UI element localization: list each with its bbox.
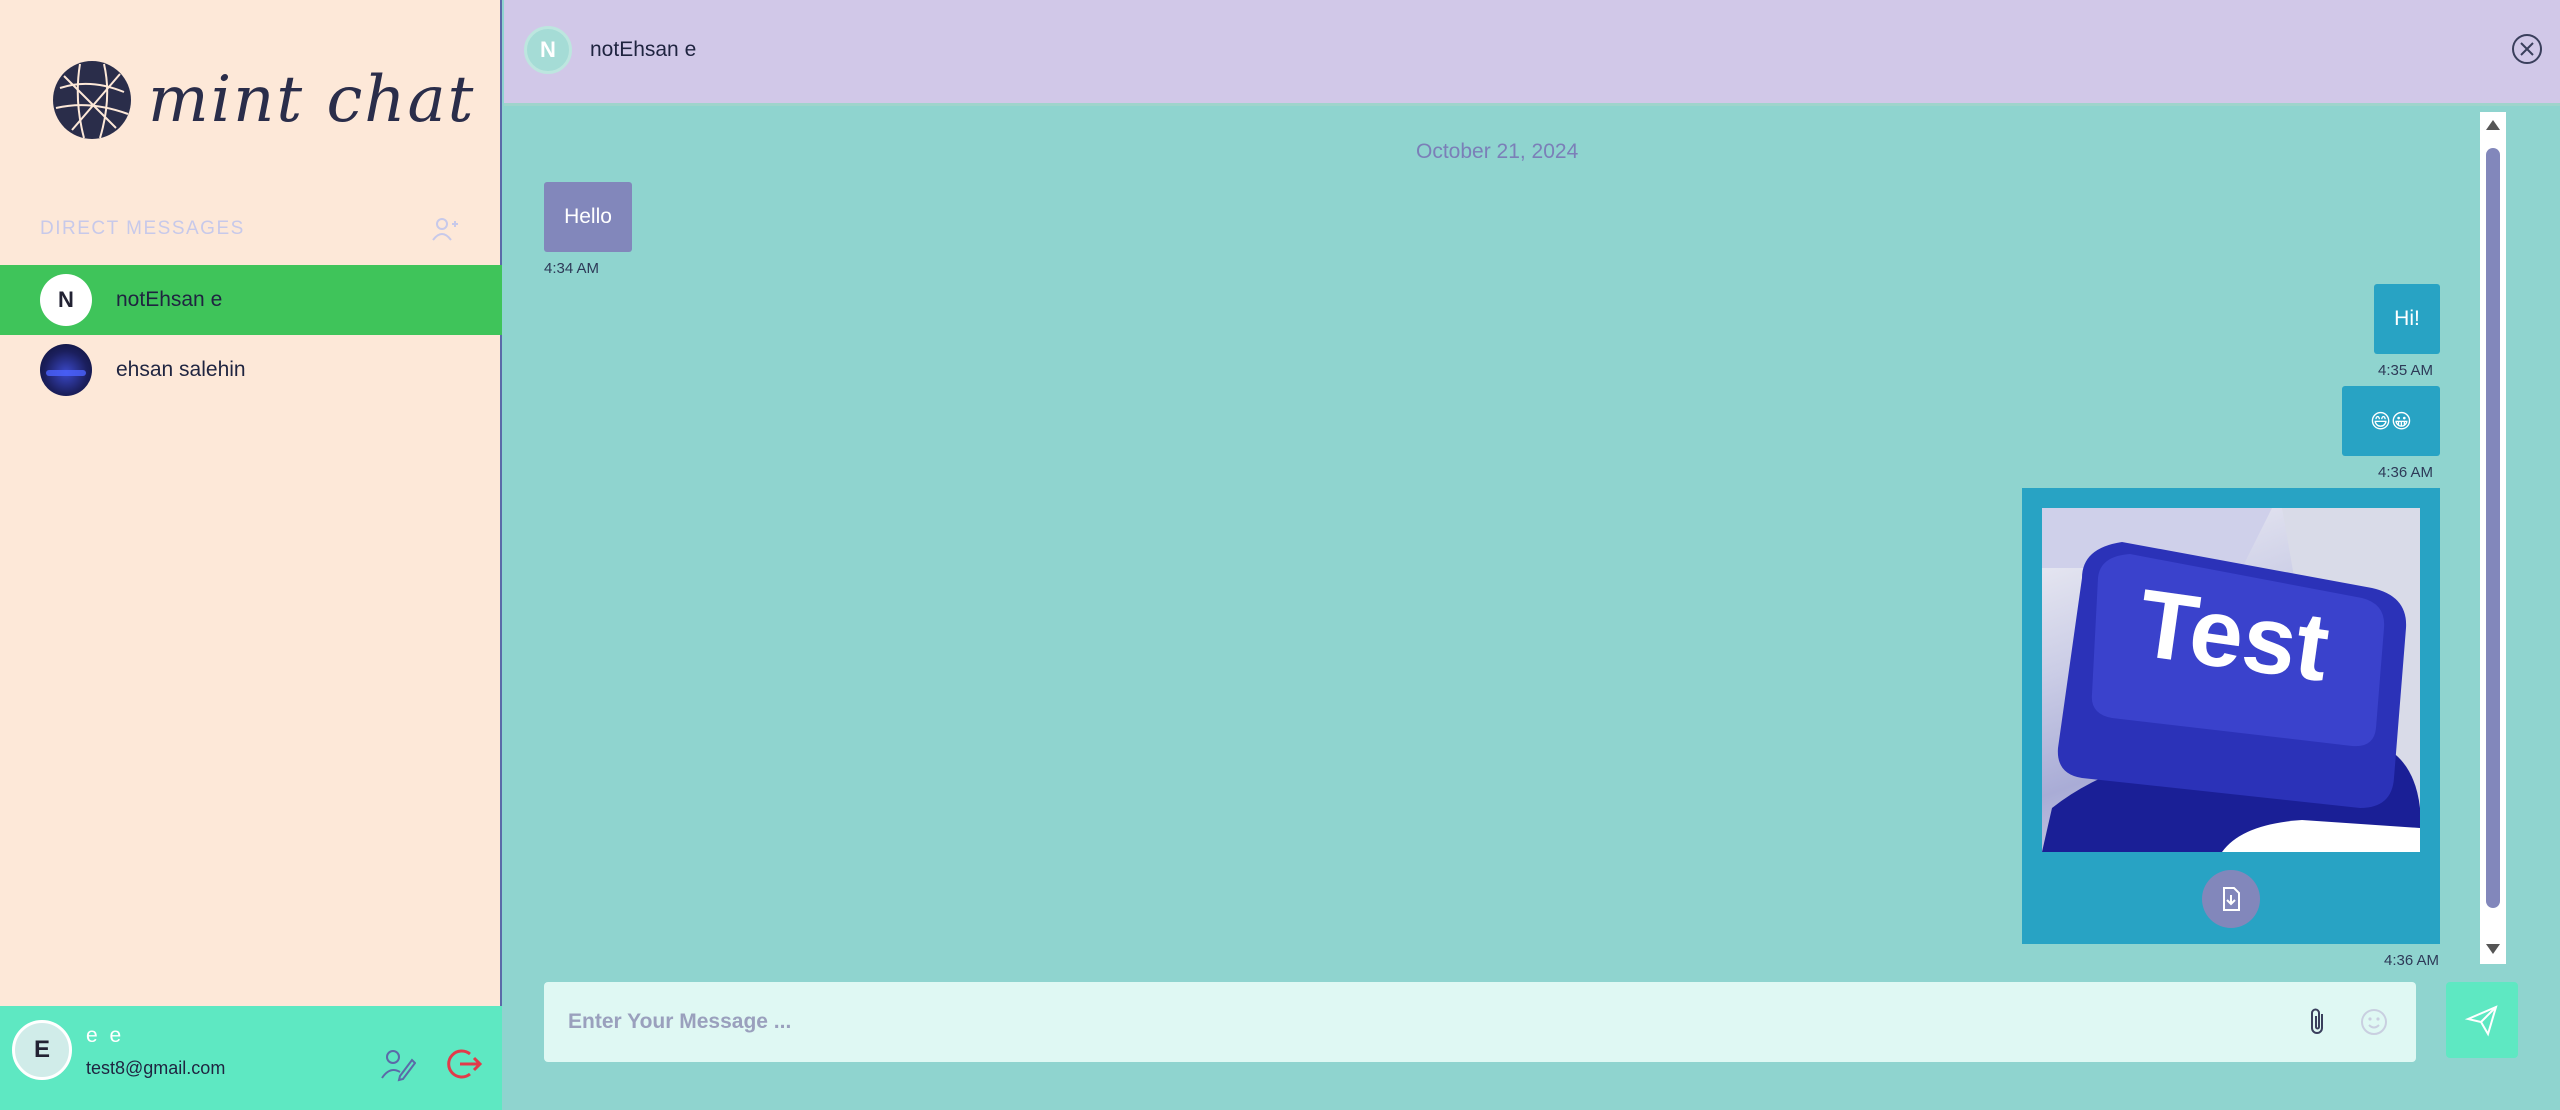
- attachment-icon[interactable]: [2300, 1004, 2336, 1040]
- user-profile-bar: E e e test8@gmail.com: [0, 1006, 502, 1110]
- message-time: 4:36 AM: [2378, 464, 2434, 481]
- message-time: 4:35 AM: [2378, 362, 2434, 379]
- message-time: 4:34 AM: [544, 260, 600, 277]
- send-button[interactable]: [2446, 982, 2518, 1058]
- chat-contact-name: notEhsan e: [590, 38, 697, 61]
- contact-avatar: N: [40, 274, 92, 326]
- logout-icon[interactable]: [446, 1046, 482, 1082]
- chat-header: N notEhsan e: [504, 0, 2560, 106]
- outgoing-emoji-message: 😄😀: [2342, 386, 2440, 456]
- download-file-icon: [2223, 887, 2240, 911]
- send-icon: [2464, 1005, 2498, 1037]
- scroll-down-icon[interactable]: [2486, 944, 2500, 954]
- emoji-icon[interactable]: [2356, 1004, 2392, 1040]
- contact-item[interactable]: ehsan salehin: [0, 335, 502, 405]
- message-input[interactable]: [568, 1002, 2168, 1042]
- scrollbar-thumb[interactable]: [2486, 148, 2500, 908]
- contact-name: notEhsan e: [116, 288, 223, 311]
- keyboard-key-image: Test: [2042, 508, 2420, 852]
- message-composer: [544, 982, 2416, 1062]
- outgoing-image-message: Test: [2022, 488, 2440, 944]
- user-email: test8@gmail.com: [86, 1058, 226, 1078]
- user-name: e e: [86, 1024, 125, 1047]
- date-divider: October 21, 2024: [1416, 140, 1579, 163]
- app-name: mint chat: [148, 63, 476, 137]
- app-logo: mint chat: [50, 58, 475, 142]
- contact-name: ehsan salehin: [116, 358, 246, 381]
- add-user-icon[interactable]: [430, 214, 460, 244]
- download-button[interactable]: [2202, 870, 2260, 928]
- contact-avatar: [40, 344, 92, 396]
- attached-image[interactable]: Test: [2042, 508, 2420, 852]
- direct-messages-header: DIRECT MESSAGES: [40, 214, 460, 244]
- incoming-message: Hello: [544, 182, 632, 252]
- edit-profile-icon[interactable]: [380, 1046, 416, 1082]
- scroll-up-icon[interactable]: [2486, 120, 2500, 130]
- messages-scrollbar[interactable]: [2480, 112, 2506, 964]
- outgoing-message: Hi!: [2374, 284, 2440, 354]
- message-time: 4:36 AM: [2384, 952, 2440, 969]
- chat-contact-avatar: N: [524, 26, 572, 74]
- contact-item[interactable]: N notEhsan e: [0, 265, 502, 335]
- globe-logo-icon: [53, 61, 131, 139]
- user-avatar[interactable]: E: [12, 1020, 72, 1080]
- close-chat-icon[interactable]: [2510, 32, 2544, 66]
- direct-messages-title: DIRECT MESSAGES: [40, 218, 245, 239]
- sidebar: mint chat DIRECT MESSAGES N notEhsan e e…: [0, 0, 502, 1110]
